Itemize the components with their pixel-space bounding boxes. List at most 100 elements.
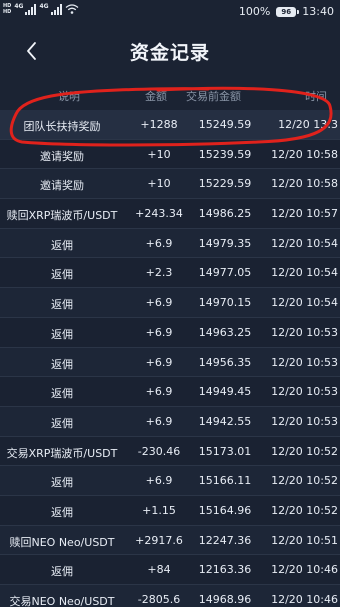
row-balance: 14970.15 xyxy=(198,296,252,310)
row-amount: +10 xyxy=(147,147,171,161)
column-header-desc: 说明 xyxy=(58,90,80,103)
row-balance: 14942.55 xyxy=(198,414,252,428)
battery-percent: 100% xyxy=(238,5,271,18)
row-balance: 12247.36 xyxy=(198,533,252,547)
row-balance: 15173.01 xyxy=(198,444,252,458)
row-balance: 14979.35 xyxy=(198,236,252,250)
screen: HD HD 4G 4G 100% 96 13:40 资金记录 说明 金额 交易前… xyxy=(0,0,340,607)
table-row[interactable]: 返佣 +6.9 14956.35 12/20 10:53 xyxy=(0,347,340,378)
row-desc: 交易NEO Neo/USDT xyxy=(9,595,115,607)
row-time: 12/20 10:53 xyxy=(271,385,338,399)
status-left: HD HD 4G 4G xyxy=(3,3,79,15)
row-amount: +6.9 xyxy=(145,355,173,369)
table-row[interactable]: 返佣 +84 12163.36 12/20 10:46 xyxy=(0,555,340,585)
row-time: 12/20 10:57 xyxy=(271,207,338,221)
records-list: 团队长扶持奖励 +1288 15249.59 12/20 13:3 邀请奖励 +10 152… xyxy=(0,110,340,607)
row-desc: 返佣 xyxy=(51,505,73,519)
row-desc: 邀请奖励 xyxy=(40,179,84,193)
table-row[interactable]: 返佣 +2.3 14977.05 12/20 10:54 xyxy=(0,258,340,289)
row-balance: 15166.11 xyxy=(198,474,252,488)
row-desc: 返佣 xyxy=(51,268,73,282)
clock: 13:40 xyxy=(302,5,334,18)
row-amount: -230.46 xyxy=(137,444,181,458)
row-desc: 赎回XRP瑞波币/USDT xyxy=(6,209,118,223)
table-row[interactable]: 交易XRP瑞波币/USDT -230.46 15173.01 12/20 10:52 xyxy=(0,436,340,467)
row-time: 12/20 10:53 xyxy=(271,414,338,428)
row-time: 12/20 10:54 xyxy=(271,236,338,250)
row-amount: +6.9 xyxy=(145,236,173,250)
row-balance: 15229.59 xyxy=(198,177,252,191)
table-row[interactable]: 邀请奖励 +10 15239.59 12/20 10:58 xyxy=(0,139,340,170)
table-row[interactable]: 赎回NEO Neo/USDT +2917.6 12247.36 12/20 10:51 xyxy=(0,525,340,556)
row-amount: +84 xyxy=(147,563,171,577)
network-type-label: 4G xyxy=(14,3,24,10)
table-row[interactable]: 返佣 +6.9 14979.35 12/20 10:54 xyxy=(0,228,340,259)
wifi-icon xyxy=(65,4,78,14)
row-desc: 返佣 xyxy=(51,387,73,401)
row-desc: 团队长扶持奖励 xyxy=(23,120,101,133)
row-amount: +2917.6 xyxy=(135,533,183,547)
row-amount: +243.34 xyxy=(135,207,183,221)
row-time: 12/20 10:52 xyxy=(271,503,338,517)
table-row[interactable]: 返佣 +6.9 14970.15 12/20 10:54 xyxy=(0,288,340,318)
row-balance: 14986.25 xyxy=(198,207,252,221)
row-desc: 返佣 xyxy=(51,565,73,579)
status-right: 100% 96 13:40 xyxy=(239,5,334,18)
row-time: 12/20 10:53 xyxy=(271,325,338,339)
hd-bottom-label: HD xyxy=(3,9,12,15)
row-time: 12/20 10:54 xyxy=(271,296,338,310)
table-row[interactable]: 返佣 +6.9 14963.25 12/20 10:53 xyxy=(0,317,340,348)
battery-icon: 96 xyxy=(276,6,300,17)
table-row[interactable]: 返佣 +6.9 14942.55 12/20 10:53 xyxy=(0,406,340,437)
row-amount: -2805.6 xyxy=(137,593,181,606)
row-time: 12/20 10:53 xyxy=(271,355,338,369)
row-balance: 15164.96 xyxy=(198,503,252,517)
signal-icon xyxy=(25,3,37,15)
table-row[interactable]: 邀请奖励 +10 15229.59 12/20 10:58 xyxy=(0,169,340,200)
table-header: 说明 金额 交易前金额 时间 xyxy=(0,82,340,108)
row-desc: 返佣 xyxy=(51,476,73,490)
table-row[interactable]: 赎回XRP瑞波币/USDT +243.34 14986.25 12/20 10:57 xyxy=(0,199,340,229)
row-amount: +10 xyxy=(147,177,171,191)
row-desc: 返佣 xyxy=(51,238,73,252)
row-desc: 返佣 xyxy=(51,357,73,371)
row-amount: +6.9 xyxy=(145,474,173,488)
status-bar: HD HD 4G 4G 100% 96 13:40 xyxy=(0,0,340,26)
row-balance: 15249.59 xyxy=(198,118,252,131)
table-row[interactable]: 返佣 +6.9 15166.11 12/20 10:52 xyxy=(0,466,340,496)
row-time: 12/20 10:52 xyxy=(271,474,338,488)
row-balance: 14968.96 xyxy=(198,593,252,606)
header: 资金记录 xyxy=(0,30,340,74)
row-balance: 14949.45 xyxy=(198,385,252,399)
row-time: 12/20 10:46 xyxy=(271,593,338,606)
row-time: 12/20 10:58 xyxy=(271,147,338,161)
column-header-balance: 交易前金额 xyxy=(186,90,241,103)
network-type-label-2: 4G xyxy=(39,3,49,10)
row-balance: 12163.36 xyxy=(198,563,252,577)
table-row[interactable]: 团队长扶持奖励 +1288 15249.59 12/20 13:3 xyxy=(0,110,340,140)
row-desc: 邀请奖励 xyxy=(40,149,84,163)
signal-icon-2 xyxy=(50,3,62,15)
row-balance: 14977.05 xyxy=(198,266,252,280)
row-amount: +6.9 xyxy=(145,385,173,399)
row-desc: 返佣 xyxy=(51,327,73,341)
row-time: 12/20 10:52 xyxy=(271,444,338,458)
battery-level-text: 96 xyxy=(281,7,292,16)
table-row[interactable]: 返佣 +6.9 14949.45 12/20 10:53 xyxy=(0,377,340,407)
row-desc: 返佣 xyxy=(51,416,73,430)
table-row[interactable]: 交易NEO Neo/USDT -2805.6 14968.96 12/20 10:46 xyxy=(0,585,340,607)
row-amount: +6.9 xyxy=(145,325,173,339)
row-desc: 赎回NEO Neo/USDT xyxy=(9,535,115,549)
row-amount: +2.3 xyxy=(145,266,173,280)
row-amount: +1.15 xyxy=(142,503,176,517)
row-desc: 交易XRP瑞波币/USDT xyxy=(6,446,118,460)
row-time: 12/20 13:3 xyxy=(278,118,338,131)
column-header-time: 时间 xyxy=(305,90,327,103)
row-time: 12/20 10:51 xyxy=(271,533,338,547)
row-amount: +1288 xyxy=(140,118,178,131)
page-title: 资金记录 xyxy=(129,42,210,64)
row-balance: 15239.59 xyxy=(198,147,252,161)
table-row[interactable]: 返佣 +1.15 15164.96 12/20 10:52 xyxy=(0,495,340,526)
column-header-amount: 金额 xyxy=(145,90,167,103)
row-amount: +6.9 xyxy=(145,414,173,428)
